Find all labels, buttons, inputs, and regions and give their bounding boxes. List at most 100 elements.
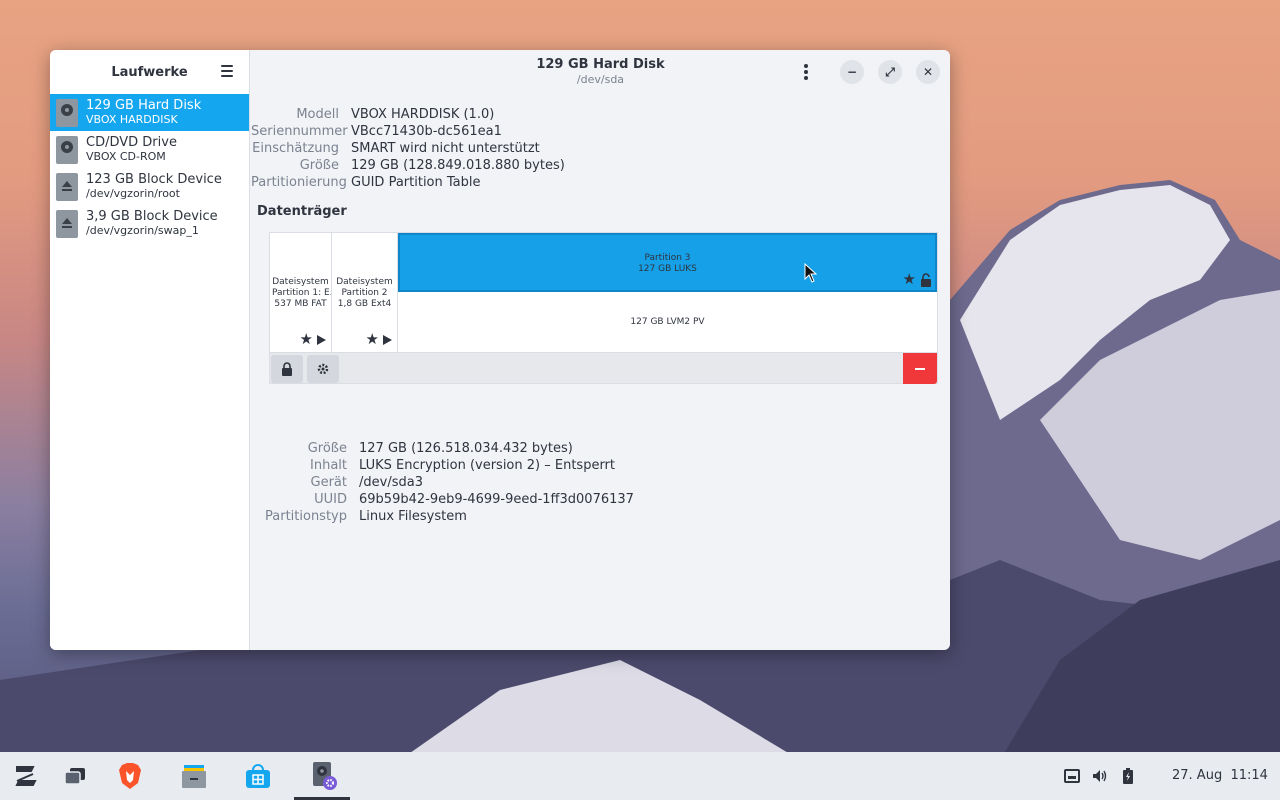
drive-item-hard-disk[interactable]: 129 GB Hard Disk VBOX HARDDISK [50,94,249,131]
property-label: Seriennummer [251,124,348,139]
disks-icon [313,762,337,790]
volume-icon [1093,770,1107,782]
star-icon: ★ [299,330,313,348]
volume-toolbar [270,352,937,384]
sidebar-header: Laufwerke [50,50,249,94]
brave-browser-button[interactable] [114,752,146,800]
property-value: 129 GB (128.849.018.880 bytes) [351,158,565,173]
property-row: Gerät/dev/sda3 [251,474,634,491]
disks-button[interactable] [306,752,340,800]
drive-options-icon[interactable] [803,64,809,80]
property-row: Inhalt LUKS Encryption (version 2) – Ents… [251,457,634,474]
settings-button[interactable] [307,355,339,383]
play-icon [383,334,392,345]
disks-window: Laufwerke 129 GB Hard Disk VBOX HARDDISK… [50,50,950,650]
lvm-volume-block[interactable]: 127 GB LVM2 PV [398,292,937,352]
property-label: Modell [296,107,339,122]
property-value: VBOX HARDDISK (1.0) [351,107,495,122]
partition-3-block[interactable]: Partition 3 127 GB LUKS ★ [398,233,937,292]
maximize-button[interactable]: ⤢ [878,60,902,84]
main-panel: 129 GB Hard Disk /dev/sda − ⤢ ✕ Modell VB… [251,50,950,650]
menu-icon[interactable] [221,65,233,77]
partition-2-block[interactable]: Dateisystem Partition 2 1,8 GB Ext4 ★ [332,233,398,352]
star-icon: ★ [902,270,916,288]
property-value: Linux Filesystem [359,509,467,524]
property-row: UUID 69b59b42-9eb9-4699-9eed-1ff3d0076137 [251,491,634,508]
drive-title: 3,9 GB Block Device [86,208,218,224]
partition-line: Partition 1: E... [272,288,331,298]
partition-line: 537 MB FAT [274,299,327,309]
play-icon [317,334,326,345]
titlebar: 129 GB Hard Disk /dev/sda − ⤢ ✕ [251,50,950,94]
block-device-icon [56,172,78,201]
clock[interactable]: 27. Aug 11:14 [1172,768,1268,783]
software-store-button[interactable] [242,752,274,800]
workspaces-icon [64,768,85,785]
taskbar: 27. Aug 11:14 [0,752,1280,800]
zorin-menu-button[interactable] [8,752,42,800]
delete-partition-button[interactable] [903,353,937,384]
drive-item-root[interactable]: 123 GB Block Device /dev/vgzorin/root [50,168,249,205]
property-label: Einschätzung [252,141,339,156]
property-row: Partitionstyp Linux Filesystem [251,508,634,525]
drive-subtitle: VBOX CD-ROM [86,149,166,163]
property-label: Größe [307,441,347,456]
lock-icon [282,362,292,376]
partition-1-block[interactable]: Dateisystem Partition 1: E... 537 MB FAT… [270,233,332,352]
property-row: Einschätzung SMART wird nicht unterstützt [251,140,565,157]
property-label: UUID [314,492,347,507]
network-icon [1064,769,1080,783]
volumes-heading: Datenträger [257,204,347,219]
property-value: 69b59b42-9eb9-4699-9eed-1ff3d0076137 [359,492,634,507]
property-value: /dev/sda3 [359,475,423,490]
minimize-button[interactable]: − [840,60,864,84]
star-icon: ★ [365,330,379,348]
property-value: VBcc71430b-dc561ea1 [351,124,502,139]
network-button[interactable] [1062,752,1082,800]
property-label: Größe [299,158,339,173]
software-store-icon [246,764,270,788]
partition-details: Größe 127 GB (126.518.034.432 bytes) Inha… [251,440,634,525]
partition-line: Dateisystem [272,277,329,287]
drive-title: 123 GB Block Device [86,171,222,187]
files-button[interactable] [178,752,210,800]
partition-line: 1,8 GB Ext4 [337,299,392,309]
minus-icon [915,367,925,370]
drive-item-cd-dvd[interactable]: CD/DVD Drive VBOX CD-ROM [50,131,249,168]
drive-subtitle: /dev/vgzorin/root [86,186,180,200]
property-row: Modell VBOX HARDDISK (1.0) [251,106,565,123]
hard-disk-icon [56,98,78,127]
property-value: GUID Partition Table [351,175,481,190]
drive-title: 129 GB Hard Disk [86,97,202,113]
gears-icon [317,363,329,375]
partition-line: Partition 2 [341,288,388,298]
drive-item-swap[interactable]: 3,9 GB Block Device /dev/vgzorin/swap_1 [50,205,249,242]
volume-map: Dateisystem Partition 1: E... 537 MB FAT… [269,232,938,384]
optical-drive-icon [56,135,78,164]
close-button[interactable]: ✕ [916,60,940,84]
property-value: SMART wird nicht unterstützt [351,141,540,156]
lock-button[interactable] [271,355,303,383]
property-row: Größe 127 GB (126.518.034.432 bytes) [251,440,634,457]
property-row: Seriennummer VBcc71430b-dc561ea1 [251,123,565,140]
partition-line: 127 GB LUKS [638,264,697,274]
unlocked-icon [921,272,931,287]
volume-button[interactable] [1090,752,1110,800]
mouse-cursor-icon [804,263,818,283]
zorin-menu-icon [15,766,37,786]
block-device-icon [56,209,78,238]
workspaces-button[interactable] [60,752,90,800]
property-label: Partitionstyp [265,509,347,524]
disk-properties: Modell VBOX HARDDISK (1.0) Seriennummer VB… [251,106,565,191]
files-icon [182,765,206,788]
property-label: Gerät [310,475,347,490]
drive-title: CD/DVD Drive [86,134,177,150]
battery-icon [1123,768,1133,784]
battery-button[interactable] [1118,752,1138,800]
partition-line: Dateisystem [336,277,393,287]
property-label: Inhalt [310,458,347,473]
partition-line: Partition 3 [644,253,691,263]
sidebar-title: Laufwerke [111,64,188,80]
sidebar: Laufwerke 129 GB Hard Disk VBOX HARDDISK… [50,50,250,650]
property-value: 127 GB (126.518.034.432 bytes) [359,441,573,456]
